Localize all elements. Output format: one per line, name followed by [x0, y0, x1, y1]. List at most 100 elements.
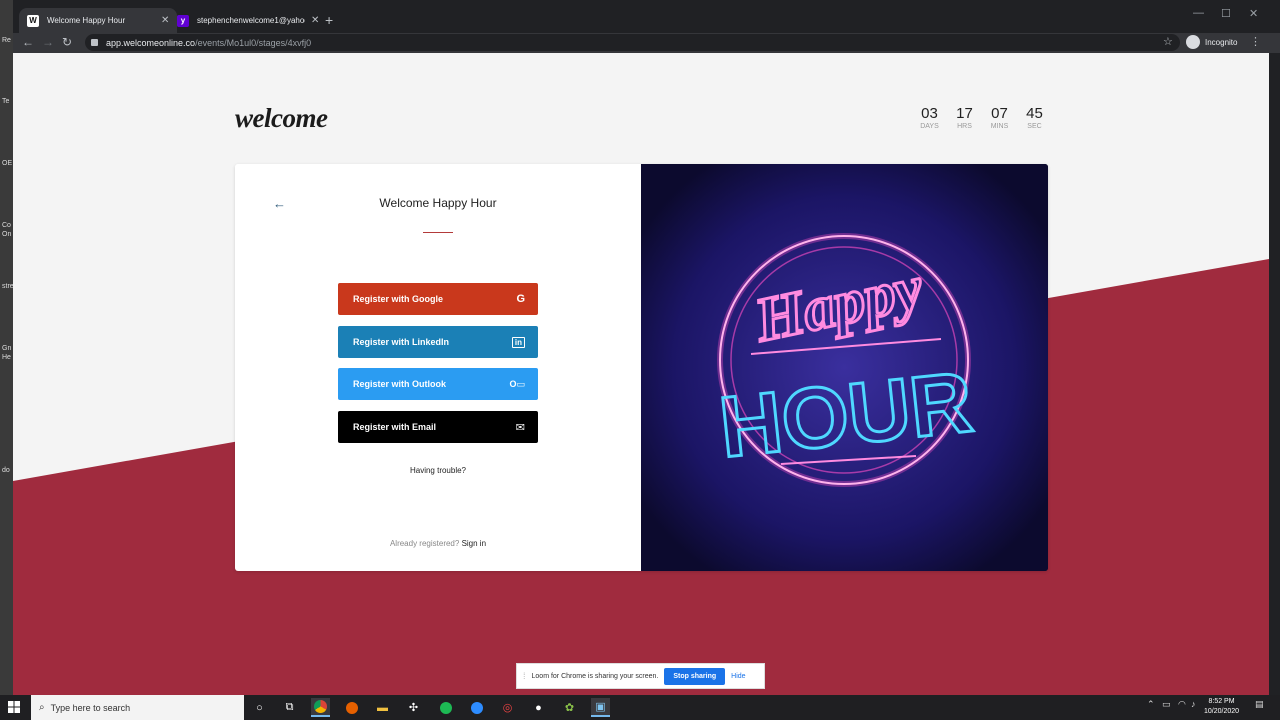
outlook-icon: O▭	[509, 378, 525, 389]
notifications-icon[interactable]: ▤	[1255, 699, 1264, 710]
countdown-label: DAYS	[920, 123, 939, 130]
desktop-icon-label: On	[2, 231, 12, 238]
new-tab-button[interactable]: +	[325, 12, 333, 28]
clock-date: 10/20/2020	[1204, 708, 1240, 715]
windows-taskbar: ⌕ Type here to search ○ ⧉ ▬ ✣ ◎ ● ✿ ▣ ⌃ …	[0, 695, 1280, 720]
registration-card: ← Welcome Happy Hour Register with Googl…	[235, 164, 1048, 571]
zoom-icon[interactable]	[467, 698, 486, 717]
happy-hour-image: Happy HOUR	[641, 164, 1048, 571]
desktop-icon-label: Gn	[2, 345, 12, 352]
event-title: Welcome Happy Hour	[379, 196, 497, 210]
battery-icon[interactable]: ▭	[1162, 699, 1171, 710]
google-icon: G	[516, 293, 525, 305]
countdown-value: 07	[991, 105, 1008, 122]
countdown-label: HRS	[957, 123, 972, 130]
button-label: Register with Google	[353, 294, 444, 304]
cortana-icon[interactable]: ○	[250, 698, 269, 717]
countdown-seconds: 45 SEC	[1017, 105, 1052, 130]
bookmark-star-icon[interactable]: ☆	[1163, 35, 1173, 48]
linkedin-icon: in	[511, 336, 525, 348]
wifi-icon[interactable]: ◠	[1178, 699, 1186, 710]
slack-icon[interactable]: ✣	[404, 698, 423, 717]
search-placeholder: Type here to search	[50, 702, 131, 713]
close-tab-icon[interactable]: ✕	[311, 15, 319, 26]
desktop-icon-label: Co	[2, 222, 11, 229]
neon-sign-illustration: Happy HOUR	[641, 164, 1048, 571]
forward-icon[interactable]: →	[42, 35, 54, 49]
countdown-minutes: 07 MINS	[982, 105, 1017, 130]
desktop-background: Re Te OE Co On stre Gn He do	[0, 0, 14, 695]
firefox-taskbar-icon[interactable]	[342, 698, 361, 717]
desktop-icon-label: do	[2, 467, 10, 474]
incognito-icon	[1186, 35, 1200, 49]
register-email-button[interactable]: Register with Email ✉	[338, 411, 538, 443]
desktop-icon-label: Te	[2, 98, 10, 105]
tab-title: stephenchenwelcome1@yahoo.c	[197, 16, 305, 25]
page-viewport: welcome 03 DAYS 17 HRS 07 MINS 45 SEC ←	[13, 53, 1269, 695]
countdown-value: 03	[921, 105, 938, 122]
spotify-icon[interactable]	[436, 698, 455, 717]
reload-icon[interactable]: ↻	[62, 35, 72, 49]
search-icon: ⌕	[39, 702, 45, 713]
task-view-icon[interactable]: ⧉	[280, 698, 299, 717]
maximize-icon[interactable]: ☐	[1221, 7, 1231, 20]
game-icon[interactable]: ✿	[560, 698, 579, 717]
desktop-icon-label: OE	[2, 160, 13, 167]
hide-button[interactable]: Hide	[731, 673, 745, 680]
url-text: app.welcomeonline.co/events/Mo1ul0/stage…	[106, 37, 312, 48]
register-linkedin-button[interactable]: Register with LinkedIn in	[338, 326, 538, 358]
button-label: Register with Email	[353, 422, 437, 432]
app-icon[interactable]: ◎	[498, 698, 517, 717]
countdown-days: 03 DAYS	[912, 105, 947, 130]
register-outlook-button[interactable]: Register with Outlook O▭	[338, 368, 538, 400]
windows-start-icon[interactable]	[8, 701, 20, 713]
stop-sharing-button[interactable]: Stop sharing	[664, 667, 726, 685]
countdown-timer: 03 DAYS 17 HRS 07 MINS 45 SEC	[912, 105, 1052, 130]
chrome-taskbar-icon[interactable]	[311, 698, 330, 717]
browser-window: W Welcome Happy Hour ✕ y stephenchenwelc…	[13, 0, 1280, 695]
desktop-icon-label: He	[2, 354, 11, 361]
countdown-label: SEC	[1027, 123, 1042, 130]
countdown-hours: 17 HRS	[947, 105, 982, 130]
taskbar-search-input[interactable]: ⌕ Type here to search	[31, 695, 244, 720]
welcome-favicon-icon: W	[27, 14, 39, 27]
tab-yahoo-mail[interactable]: y stephenchenwelcome1@yahoo.c ✕	[169, 8, 327, 33]
already-registered-text: Already registered? Sign in	[389, 539, 487, 548]
tab-welcome-happy-hour[interactable]: W Welcome Happy Hour ✕	[19, 8, 178, 33]
remote-desktop-icon[interactable]: ▣	[591, 698, 610, 717]
desktop-icon-label: Re	[2, 37, 11, 44]
address-bar[interactable]: app.welcomeonline.co/events/Mo1ul0/stage…	[85, 34, 1180, 51]
minimize-icon[interactable]: —	[1193, 7, 1204, 19]
back-icon[interactable]: ←	[22, 35, 34, 49]
envelope-icon: ✉	[515, 421, 525, 434]
browser-toolbar: ← → ↻ app.welcomeonline.co/events/Mo1ul0…	[13, 33, 1280, 53]
loom-sharing-bar: ⁞ Loom for Chrome is sharing your screen…	[516, 663, 765, 689]
title-divider	[423, 232, 453, 233]
system-clock[interactable]: 8:52 PM 10/20/2020	[1204, 697, 1239, 717]
register-google-button[interactable]: Register with Google G	[338, 283, 538, 315]
file-explorer-icon[interactable]: ▬	[373, 698, 392, 717]
incognito-profile-button[interactable]: Incognito	[1186, 35, 1237, 49]
incognito-label: Incognito	[1205, 37, 1238, 47]
registration-panel: ← Welcome Happy Hour Register with Googl…	[235, 164, 641, 571]
countdown-value: 45	[1026, 105, 1043, 122]
more-menu-icon[interactable]: ⋮	[1250, 35, 1261, 48]
yahoo-favicon-icon: y	[177, 14, 189, 27]
loom-message: Loom for Chrome is sharing your screen.	[531, 672, 659, 680]
window-close-icon[interactable]: ✕	[1249, 7, 1258, 20]
obs-icon[interactable]: ●	[529, 698, 548, 717]
button-label: Register with LinkedIn	[353, 337, 450, 347]
button-label: Register with Outlook	[353, 379, 447, 389]
countdown-label: MINS	[990, 123, 1009, 130]
desktop-icon-label: stre	[2, 283, 14, 290]
volume-icon[interactable]: ♪	[1191, 699, 1196, 709]
clock-time: 8:52 PM	[1208, 698, 1235, 705]
show-hidden-icons-icon[interactable]: ⌃	[1147, 699, 1155, 710]
countdown-value: 17	[956, 105, 973, 122]
lock-icon	[91, 39, 98, 46]
welcome-logo: welcome	[235, 103, 328, 133]
having-trouble-link[interactable]: Having trouble?	[235, 466, 641, 475]
sign-in-link[interactable]: Sign in	[462, 539, 486, 548]
drag-handle-icon[interactable]: ⁞	[523, 671, 526, 681]
tab-strip: W Welcome Happy Hour ✕ y stephenchenwelc…	[13, 0, 1280, 33]
